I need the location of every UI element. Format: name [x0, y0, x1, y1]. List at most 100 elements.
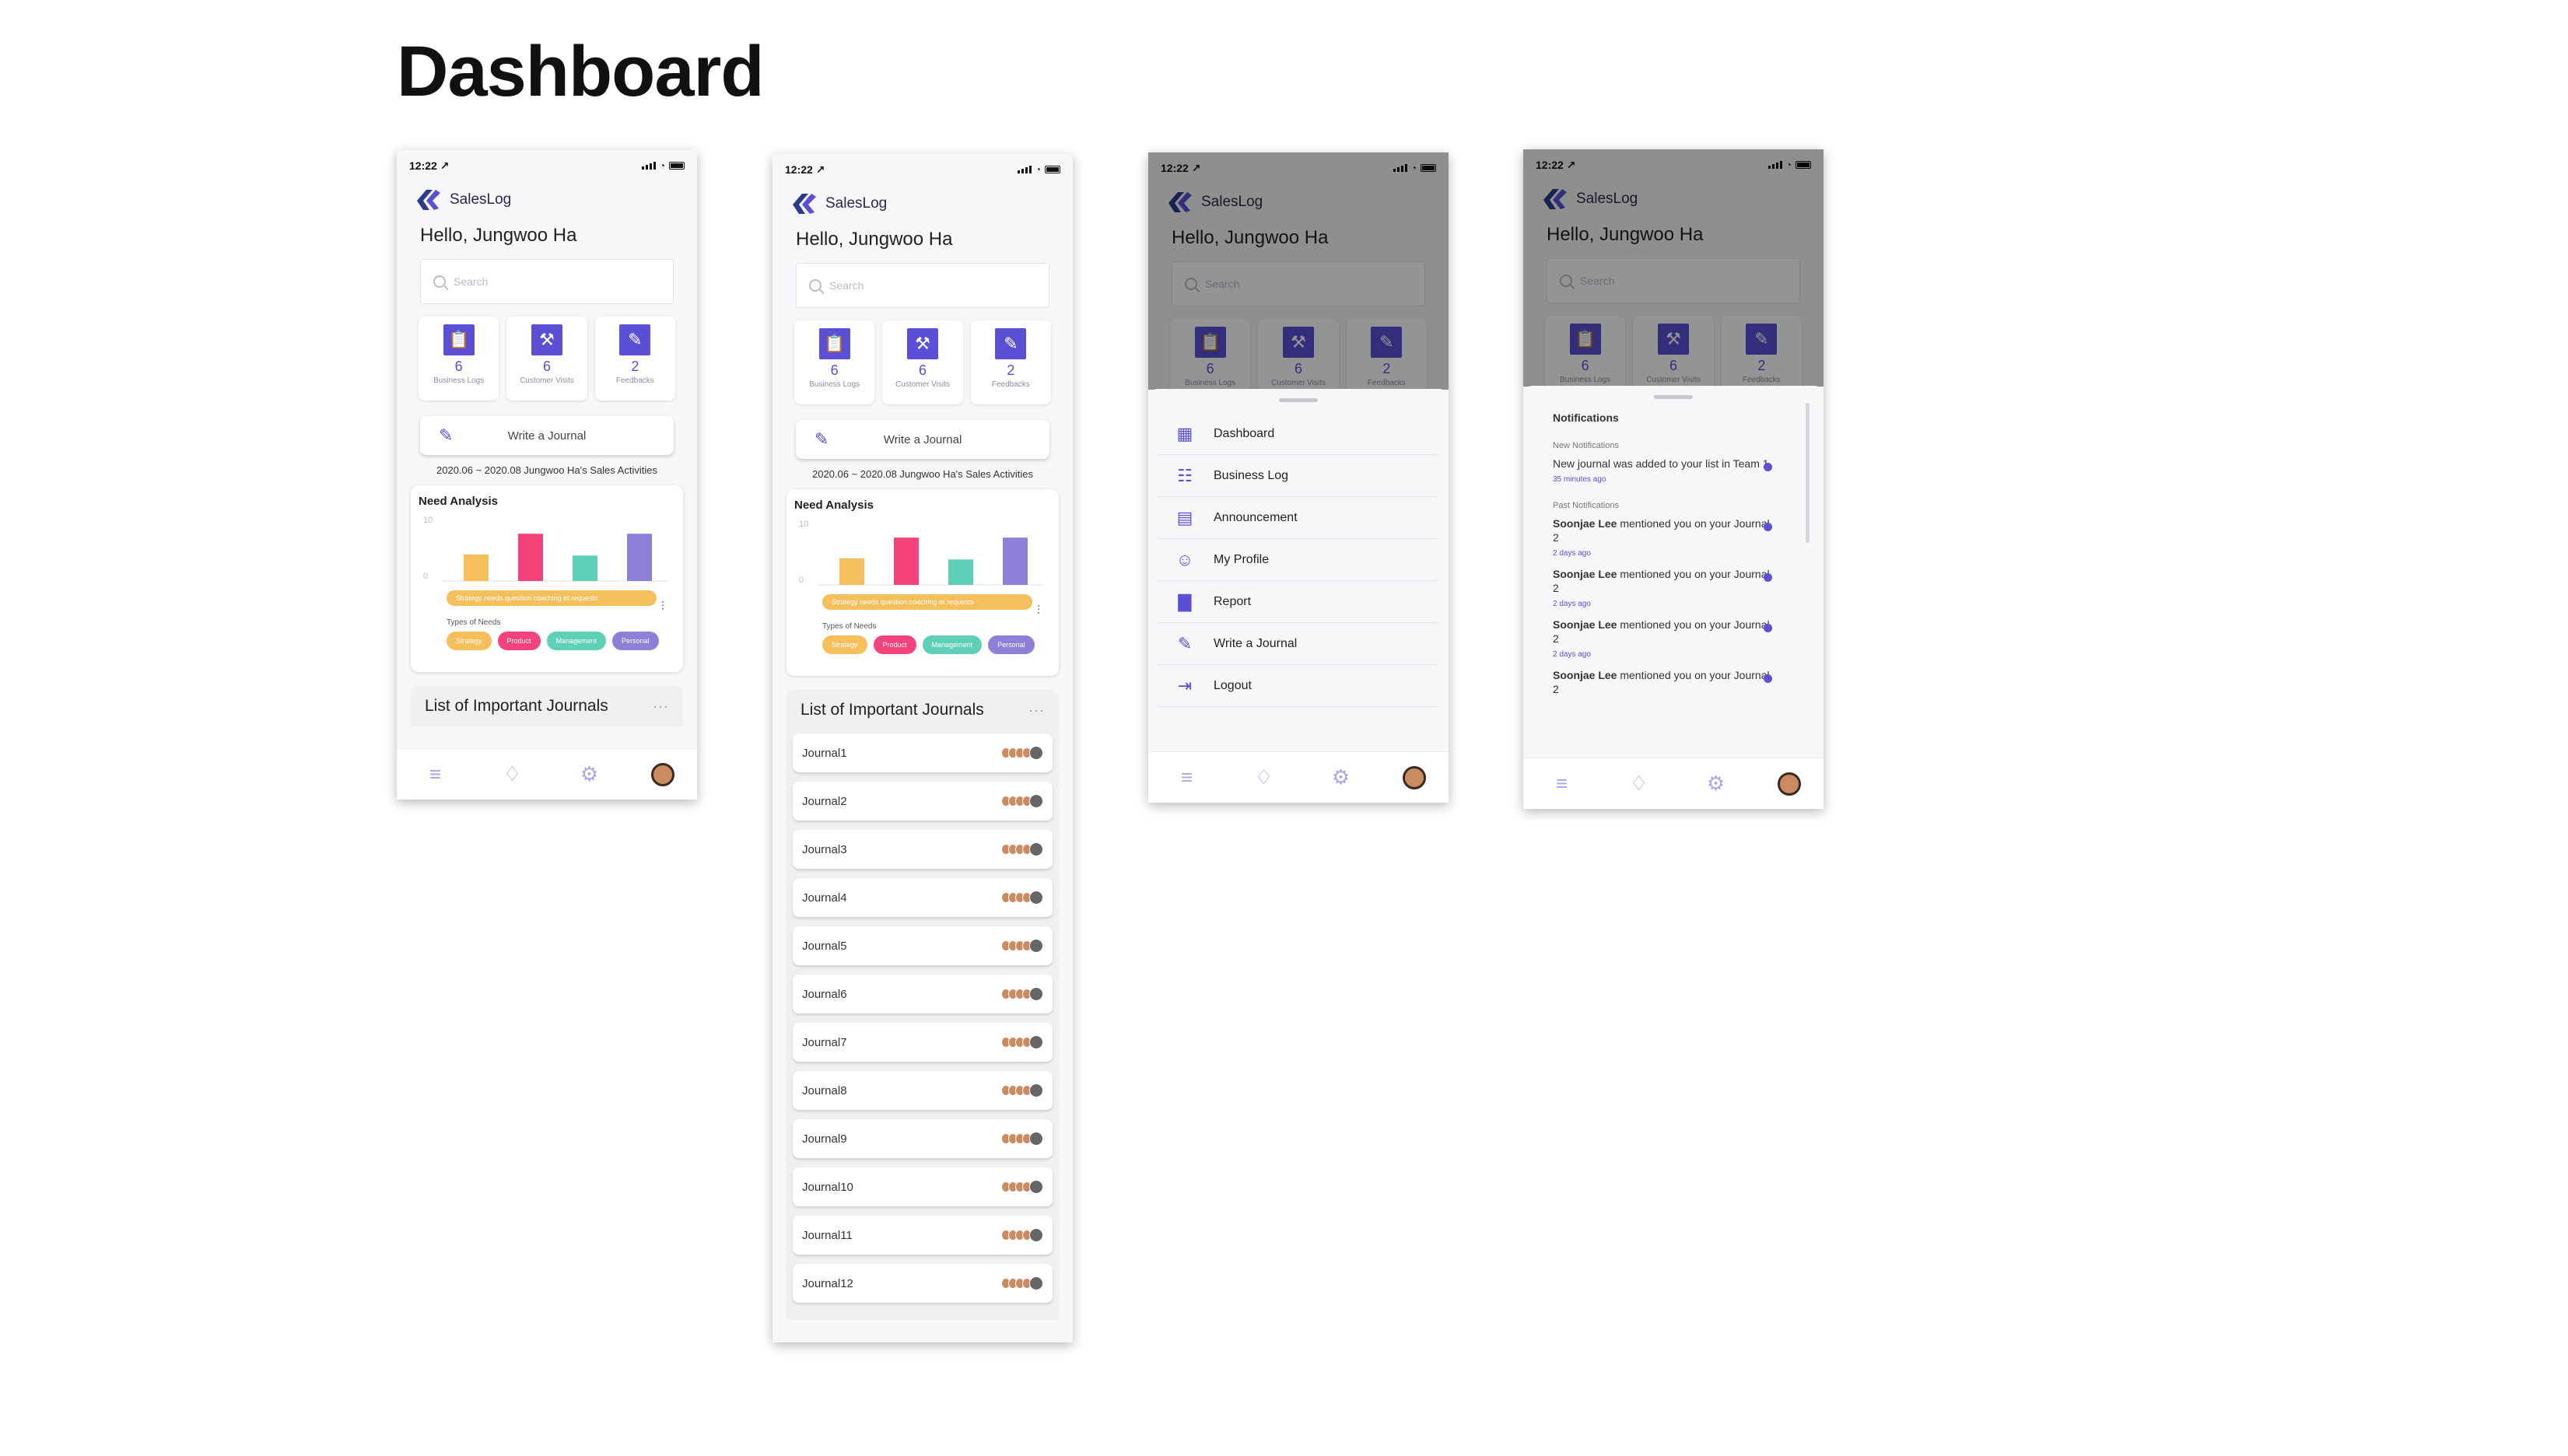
stat-card[interactable]: 📋 6 Business Logs — [794, 320, 875, 404]
activity-period: 2020.06 ~ 2020.08 Jungwoo Ha's Sales Act… — [436, 464, 657, 476]
menu-icon[interactable]: ≡ — [1547, 772, 1578, 796]
more-participants-icon — [1029, 794, 1043, 808]
need-analysis-chart: 10 0 — [794, 520, 1051, 590]
menu-item-my-profile[interactable]: ☺ My Profile — [1158, 539, 1439, 581]
filter-icon[interactable]: ⫶ — [661, 600, 664, 614]
bar-strategy — [464, 554, 489, 581]
stat-card[interactable]: ⚒ 6 Customer Visits — [882, 320, 963, 404]
notification-item[interactable]: New journal was added to your list in Te… — [1523, 453, 1824, 474]
bar-management — [948, 559, 973, 585]
app-logo[interactable]: SalesLog — [397, 181, 697, 219]
y-tick-label: 0 — [423, 572, 429, 581]
important-journals-title: List of Important Journals — [801, 701, 984, 719]
past-notifications-label: Past Notifications — [1553, 501, 1619, 510]
app-logo[interactable]: SalesLog — [1523, 180, 1824, 218]
needs-summary-bar: Strategy needs question coaching et requ… — [822, 594, 1032, 610]
chip-product[interactable]: Product — [497, 632, 541, 650]
notification-item[interactable]: Soonjae Lee mentioned you on your Journa… — [1523, 665, 1824, 699]
chip-management[interactable]: Management — [922, 635, 983, 654]
avatar[interactable] — [1402, 765, 1426, 789]
app-logo[interactable]: SalesLog — [1148, 184, 1449, 221]
bar-management — [573, 555, 597, 581]
chip-product[interactable]: Product — [873, 635, 916, 654]
journal-row[interactable]: Journal1 — [793, 733, 1053, 772]
stat-value: 2 — [1382, 361, 1391, 376]
menu-icon[interactable]: ≡ — [420, 762, 451, 786]
journal-row[interactable]: Journal6 — [793, 975, 1053, 1013]
unread-dot — [1764, 674, 1772, 683]
stat-card[interactable]: ⚒ 6 Customer Visits — [506, 317, 587, 401]
mention-author: Soonjae Lee — [1553, 669, 1617, 681]
journal-row[interactable]: Journal10 — [793, 1167, 1053, 1206]
stat-card[interactable]: ✎ 2 Feedbacks — [594, 317, 675, 401]
stat-value: 2 — [1757, 358, 1766, 373]
filter-icon[interactable]: ⫶ — [1037, 604, 1040, 618]
battery-icon — [1795, 161, 1811, 169]
journal-row[interactable]: Journal11 — [793, 1216, 1053, 1255]
stat-label: Feedbacks — [991, 380, 1030, 389]
journal-row[interactable]: Journal3 — [793, 830, 1053, 869]
search-input[interactable]: Search — [796, 263, 1049, 308]
menu-item-label: Write a Journal — [1214, 636, 1298, 650]
notification-item[interactable]: Soonjae Lee mentioned you on your Journa… — [1523, 513, 1824, 548]
search-placeholder: Search — [1580, 275, 1615, 287]
chip-strategy[interactable]: Strategy — [822, 635, 867, 654]
more-options-icon[interactable]: ··· — [1028, 702, 1045, 719]
clipboard-icon: 📋 — [1194, 327, 1226, 358]
notification-item[interactable]: Soonjae Lee mentioned you on your Journa… — [1523, 564, 1824, 598]
search-input[interactable]: Search — [420, 259, 674, 304]
unread-dot — [1764, 463, 1772, 471]
menu-item-business-log[interactable]: ☷ Business Log — [1158, 455, 1439, 497]
journal-name: Journal4 — [802, 891, 847, 905]
bar-personal — [627, 534, 652, 581]
write-journal-button[interactable]: ✎ Write a Journal — [420, 416, 674, 455]
menu-item-announcement[interactable]: ▤ Announcement — [1158, 497, 1439, 539]
journal-row[interactable]: Journal12 — [793, 1264, 1053, 1303]
menu-item-dashboard[interactable]: ▦ Dashboard — [1158, 413, 1439, 455]
gear-icon[interactable]: ⚙ — [1326, 765, 1357, 789]
journal-row[interactable]: Journal4 — [793, 878, 1053, 917]
avatar[interactable] — [1777, 772, 1801, 796]
menu-item-write-a-journal[interactable]: ✎ Write a Journal — [1158, 623, 1439, 665]
notification-item[interactable]: Soonjae Lee mentioned you on your Journa… — [1523, 614, 1824, 649]
participant-avatars — [1001, 794, 1043, 808]
chip-personal[interactable]: Personal — [612, 632, 659, 650]
journal-row[interactable]: Journal7 — [793, 1023, 1053, 1062]
activity-period: 2020.06 ~ 2020.08 Jungwoo Ha's Sales Act… — [812, 468, 1033, 480]
menu-item-logout[interactable]: ⇥ Logout — [1158, 665, 1439, 707]
battery-icon — [1421, 164, 1436, 172]
hammer-icon: ⚒ — [1657, 324, 1689, 355]
journal-row[interactable]: Journal8 — [793, 1071, 1053, 1110]
bell-icon[interactable]: ♢ — [497, 762, 528, 786]
stat-card[interactable]: ✎ 2 Feedbacks — [970, 320, 1051, 404]
navigation-sheet: ▦ Dashboard ☷ Business Log ▤ Announcement ☺ My … — [1148, 389, 1449, 751]
journal-name: Journal6 — [802, 987, 847, 1001]
bell-icon[interactable]: ♢ — [1624, 772, 1655, 796]
mention-author: Soonjae Lee — [1553, 618, 1617, 631]
wifi-icon: ◔ — [659, 160, 665, 171]
gear-icon[interactable]: ⚙ — [574, 762, 605, 786]
app-logo[interactable]: SalesLog — [773, 185, 1073, 222]
stat-card[interactable]: 📋 6 Business Logs — [419, 317, 499, 401]
stats-row: 📋 6 Business Logs ⚒ 6 Customer Visits ✎ 2 Feedba… — [397, 310, 697, 407]
menu-icon[interactable]: ≡ — [1172, 765, 1203, 789]
search-input[interactable]: Search — [1172, 261, 1425, 306]
search-input[interactable]: Search — [1547, 258, 1800, 303]
write-journal-button[interactable]: ✎ Write a Journal — [796, 420, 1049, 459]
status-bar: 12:22 ↗ ◔ — [1523, 149, 1824, 180]
menu-item-report[interactable]: ▇ Report — [1158, 581, 1439, 623]
participant-avatars — [1001, 1035, 1043, 1049]
avatar[interactable] — [650, 762, 674, 786]
bell-icon[interactable]: ♢ — [1249, 765, 1280, 789]
more-participants-icon — [1029, 939, 1043, 953]
more-options-icon[interactable]: ··· — [653, 698, 669, 715]
chip-personal[interactable]: Personal — [988, 635, 1035, 654]
chip-strategy[interactable]: Strategy — [447, 632, 492, 650]
chip-management[interactable]: Management — [546, 632, 607, 650]
journal-row[interactable]: Journal2 — [793, 782, 1053, 821]
journal-row[interactable]: Journal9 — [793, 1119, 1053, 1158]
mention-author: Soonjae Lee — [1553, 568, 1617, 580]
more-participants-icon — [1029, 987, 1043, 1001]
journal-row[interactable]: Journal5 — [793, 926, 1053, 965]
gear-icon[interactable]: ⚙ — [1701, 772, 1732, 796]
